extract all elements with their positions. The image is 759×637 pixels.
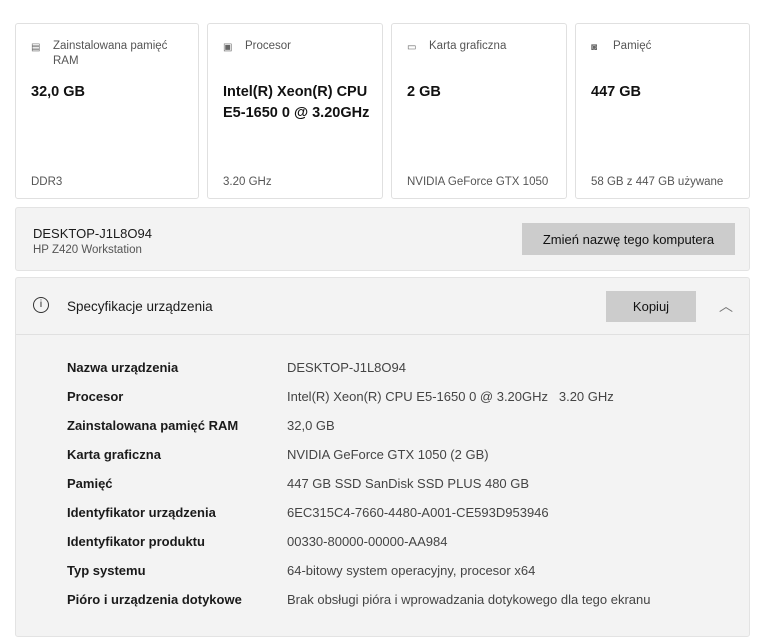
spec-label: Nazwa urządzenia [67, 360, 179, 375]
spec-label: Karta graficzna [67, 447, 161, 462]
card-ram: ▤ Zainstalowana pamięć RAM 32,0 GB DDR3 [15, 23, 199, 199]
card-processor: ▣ Procesor Intel(R) Xeon(R) CPU E5-1650 0… [207, 23, 383, 199]
device-specs-panel: i Specyfikacje urządzenia Kopiuj ︿ Nazwa… [15, 277, 750, 637]
spec-value: Brak obsługi pióra i wprowadzania dotyko… [287, 592, 651, 607]
spec-row: Typ systemu 64-bitowy system operacyjny, … [67, 563, 535, 578]
card-sub: NVIDIA GeForce GTX 1050 [407, 176, 549, 188]
spec-row: Karta graficzna NVIDIA GeForce GTX 1050 (… [67, 447, 489, 462]
card-label: Zainstalowana pamięć RAM [53, 40, 168, 67]
copy-button[interactable]: Kopiuj [606, 291, 696, 322]
processor-icon: ▣ [223, 42, 233, 53]
spec-label: Typ systemu [67, 563, 146, 578]
spec-row: Identyfikator urządzenia 6EC315C4-7660-44… [67, 505, 549, 520]
spec-row: Nazwa urządzenia DESKTOP-J1L8O94 [67, 360, 406, 375]
device-name: DESKTOP-J1L8O94 [33, 226, 152, 241]
spec-value: 6EC315C4-7660-4480-A001-CE593D953946 [287, 505, 549, 520]
card-sub: 3.20 GHz [223, 176, 272, 188]
spec-label: Identyfikator urządzenia [67, 505, 216, 520]
info-icon: i [33, 297, 49, 313]
card-sub: 58 GB z 447 GB używane [591, 176, 724, 188]
card-graphics: ▭ Karta graficzna 2 GB NVIDIA GeForce GTX… [391, 23, 567, 199]
chevron-up-icon[interactable]: ︿ [719, 296, 733, 316]
card-label: Procesor [245, 40, 292, 52]
memory-icon: ▤ [31, 42, 41, 53]
specs-title: Specyfikacje urządzenia [67, 299, 213, 314]
spec-row: Identyfikator produktu 00330-80000-00000-… [67, 534, 447, 549]
spec-label: Pióro i urządzenia dotykowe [67, 592, 242, 607]
spec-value: NVIDIA GeForce GTX 1050 (2 GB) [287, 447, 489, 462]
spec-label: Zainstalowana pamięć RAM [67, 418, 239, 433]
spec-value: DESKTOP-J1L8O94 [287, 360, 406, 375]
card-value: 2 GB [407, 84, 441, 100]
specs-header[interactable]: i Specyfikacje urządzenia Kopiuj ︿ [16, 278, 749, 335]
card-label: Pamięć [613, 40, 652, 52]
spec-value: 447 GB SSD SanDisk SSD PLUS 480 GB [287, 476, 530, 491]
storage-icon: ◙ [591, 42, 598, 53]
graphics-card-icon: ▭ [407, 42, 417, 53]
device-model: HP Z420 Workstation [33, 244, 142, 256]
spec-value: 32,0 GB [287, 418, 335, 433]
spec-value: Intel(R) Xeon(R) CPU E5-1650 0 @ 3.20GHz… [287, 389, 614, 404]
card-sub: DDR3 [31, 176, 63, 188]
card-value: Intel(R) Xeon(R) CPU E5-1650 0 @ 3.20GHz [223, 84, 370, 121]
spec-row: Procesor Intel(R) Xeon(R) CPU E5-1650 0 @… [67, 389, 614, 404]
spec-label: Pamięć [67, 476, 113, 491]
card-storage: ◙ Pamięć 447 GB 58 GB z 447 GB używane [575, 23, 750, 199]
card-value: 32,0 GB [31, 84, 85, 100]
spec-value: 64-bitowy system operacyjny, procesor x6… [287, 563, 536, 578]
card-value: 447 GB [591, 84, 641, 100]
spec-row: Pióro i urządzenia dotykowe Brak obsługi … [67, 592, 651, 607]
spec-row: Pamięć 447 GB SSD SanDisk SSD PLUS 480 GB [67, 476, 529, 491]
card-label: Karta graficzna [429, 40, 507, 52]
spec-row: Zainstalowana pamięć RAM 32,0 GB [67, 418, 335, 433]
rename-pc-button[interactable]: Zmień nazwę tego komputera [522, 223, 735, 255]
spec-value: 00330-80000-00000-AA984 [287, 534, 448, 549]
spec-label: Procesor [67, 389, 124, 404]
device-panel: DESKTOP-J1L8O94 HP Z420 Workstation Zmie… [15, 207, 750, 271]
spec-label: Identyfikator produktu [67, 534, 205, 549]
